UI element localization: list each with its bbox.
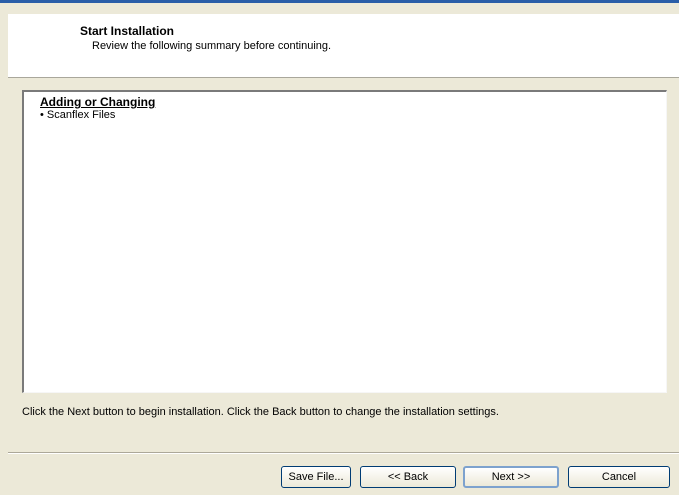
installer-window: Start Installation Review the following … bbox=[0, 0, 679, 495]
back-button[interactable]: << Back bbox=[360, 466, 456, 488]
next-button[interactable]: Next >> bbox=[463, 466, 559, 488]
window-top-edge bbox=[0, 0, 679, 3]
footer-divider bbox=[8, 452, 679, 454]
instruction-text: Click the Next button to begin installat… bbox=[22, 406, 499, 418]
summary-list-item: • Scanflex Files bbox=[40, 109, 116, 121]
cancel-button[interactable]: Cancel bbox=[568, 466, 670, 488]
save-file-button[interactable]: Save File... bbox=[281, 466, 351, 488]
page-title: Start Installation bbox=[80, 24, 175, 38]
page-subtitle: Review the following summary before cont… bbox=[92, 40, 332, 52]
summary-textbox[interactable]: Adding or Changing • Scanflex Files bbox=[22, 90, 667, 393]
header-panel: Start Installation Review the following … bbox=[8, 14, 679, 78]
summary-section-heading: Adding or Changing bbox=[40, 95, 156, 109]
